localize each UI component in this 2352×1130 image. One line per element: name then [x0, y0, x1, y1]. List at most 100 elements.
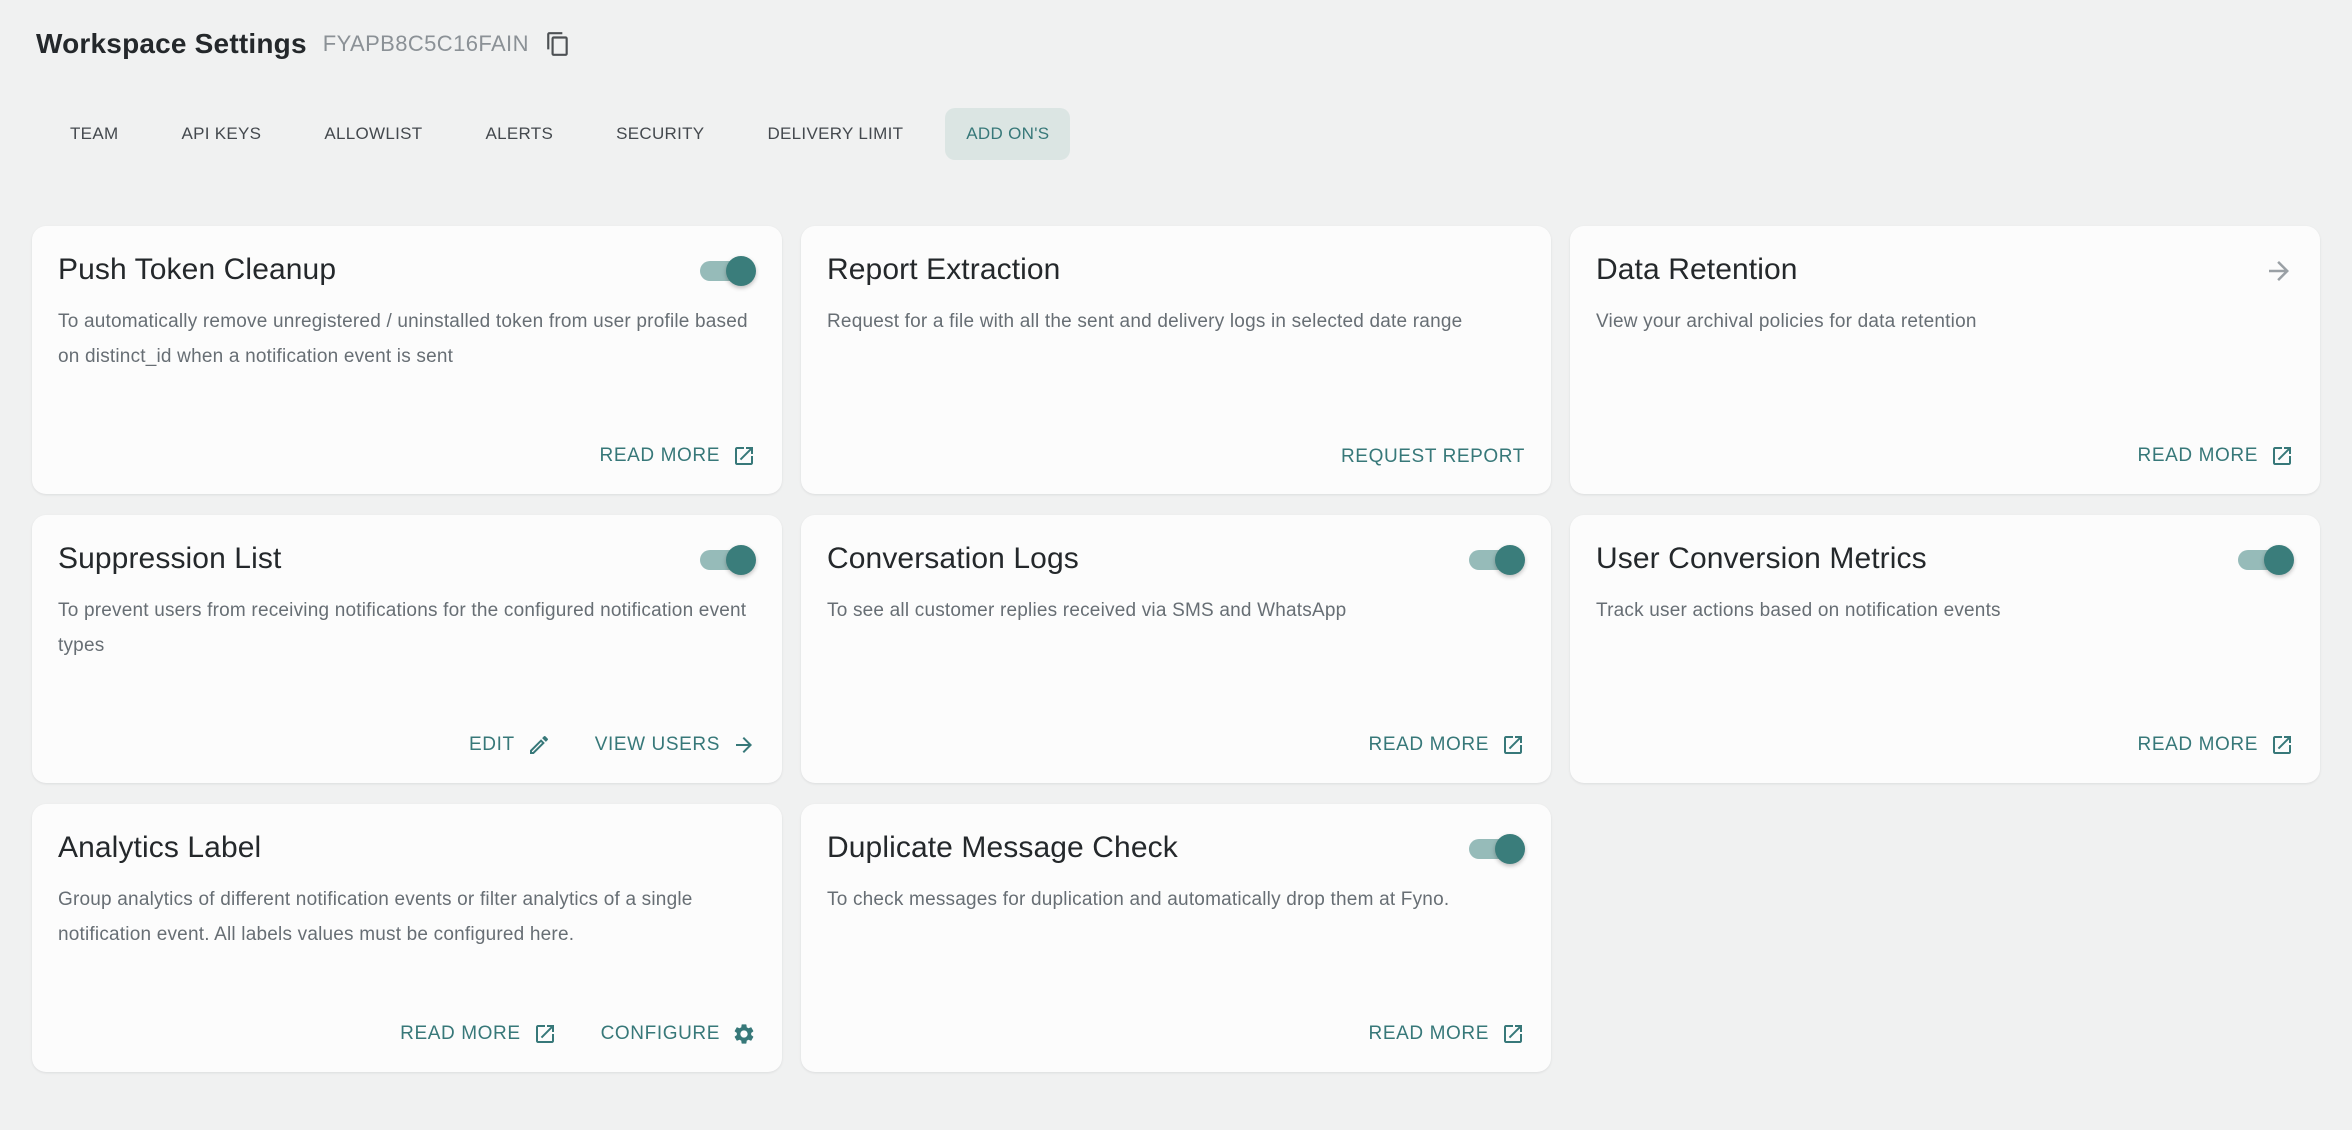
- external-link-icon: [1501, 733, 1525, 757]
- read-more-link[interactable]: READ MORE: [1369, 1022, 1525, 1046]
- card-title: User Conversion Metrics: [1596, 539, 1927, 579]
- card-header: Suppression List: [58, 539, 756, 579]
- card-title: Suppression List: [58, 539, 281, 579]
- card-push-token-cleanup: Push Token Cleanup To automatically remov…: [32, 226, 782, 494]
- external-link-icon: [1501, 1022, 1525, 1046]
- external-link-icon: [533, 1022, 557, 1046]
- tab-delivery-limit[interactable]: DELIVERY LIMIT: [746, 108, 924, 160]
- card-description: To check messages for duplication and au…: [827, 882, 1525, 917]
- toggle-thumb: [726, 256, 756, 286]
- tab-bar: TEAM API KEYS ALLOWLIST ALERTS SECURITY DELIV…: [36, 108, 2316, 160]
- card-data-retention: Data Retention View your archival policie…: [1570, 226, 2320, 494]
- data-retention-open-button[interactable]: [2264, 256, 2294, 286]
- tab-label: ALERTS: [485, 124, 553, 144]
- tab-api-keys[interactable]: API KEYS: [160, 108, 282, 160]
- action-label: READ MORE: [2138, 734, 2258, 756]
- read-more-link[interactable]: READ MORE: [2138, 444, 2294, 468]
- action-label: EDIT: [469, 734, 515, 756]
- read-more-link[interactable]: READ MORE: [1369, 733, 1525, 757]
- card-title: Push Token Cleanup: [58, 250, 336, 290]
- card-analytics-label: Analytics Label Group analytics of differ…: [32, 804, 782, 1072]
- suppression-list-toggle[interactable]: [700, 545, 756, 575]
- card-description: Request for a file with all the sent and…: [827, 304, 1525, 339]
- addons-grid: Push Token Cleanup To automatically remov…: [0, 226, 2352, 1072]
- tab-alerts[interactable]: ALERTS: [464, 108, 574, 160]
- card-footer: READ MORE: [827, 1022, 1525, 1046]
- tab-label: ALLOWLIST: [324, 124, 422, 144]
- card-title: Conversation Logs: [827, 539, 1079, 579]
- edit-link[interactable]: EDIT: [469, 733, 551, 757]
- external-link-icon: [2270, 444, 2294, 468]
- action-label: REQUEST REPORT: [1341, 446, 1525, 468]
- card-description: To see all customer replies received via…: [827, 593, 1525, 628]
- edit-icon: [527, 733, 551, 757]
- tab-label: SECURITY: [616, 124, 704, 144]
- toggle-thumb: [1495, 545, 1525, 575]
- card-header: Duplicate Message Check: [827, 828, 1525, 868]
- card-header: Report Extraction: [827, 250, 1525, 290]
- read-more-link[interactable]: READ MORE: [400, 1022, 556, 1046]
- card-footer: READ MORE: [827, 733, 1525, 757]
- external-link-icon: [2270, 733, 2294, 757]
- card-header: Push Token Cleanup: [58, 250, 756, 290]
- card-footer: EDIT VIEW USERS: [58, 733, 756, 757]
- action-label: READ MORE: [2138, 445, 2258, 467]
- toggle-thumb: [1495, 834, 1525, 864]
- tab-label: API KEYS: [181, 124, 261, 144]
- action-label: CONFIGURE: [601, 1023, 720, 1045]
- card-conversation-logs: Conversation Logs To see all customer rep…: [801, 515, 1551, 783]
- card-description: Group analytics of different notificatio…: [58, 882, 756, 952]
- action-label: VIEW USERS: [595, 734, 720, 756]
- conversation-logs-toggle[interactable]: [1469, 545, 1525, 575]
- push-token-cleanup-toggle[interactable]: [700, 256, 756, 286]
- card-description: To prevent users from receiving notifica…: [58, 593, 756, 663]
- workspace-id: FYAPB8C5C16FAIN: [323, 31, 529, 57]
- duplicate-message-check-toggle[interactable]: [1469, 834, 1525, 864]
- request-report-link[interactable]: REQUEST REPORT: [1341, 446, 1525, 468]
- tab-security[interactable]: SECURITY: [595, 108, 725, 160]
- card-footer: READ MORE: [1596, 444, 2294, 468]
- tab-label: DELIVERY LIMIT: [767, 124, 903, 144]
- card-description: View your archival policies for data ret…: [1596, 304, 2294, 339]
- workspace-settings-page: Workspace Settings FYAPB8C5C16FAIN TEAM A…: [0, 0, 2352, 1072]
- card-footer: READ MORE: [1596, 733, 2294, 757]
- action-label: READ MORE: [600, 445, 720, 467]
- card-title: Report Extraction: [827, 250, 1060, 290]
- tab-label: TEAM: [70, 124, 118, 144]
- title-row: Workspace Settings FYAPB8C5C16FAIN: [36, 26, 2316, 62]
- read-more-link[interactable]: READ MORE: [600, 444, 756, 468]
- configure-link[interactable]: CONFIGURE: [601, 1022, 756, 1046]
- card-header: Analytics Label: [58, 828, 756, 868]
- card-duplicate-message-check: Duplicate Message Check To check messages…: [801, 804, 1551, 1072]
- page-header: Workspace Settings FYAPB8C5C16FAIN TEAM A…: [0, 0, 2352, 160]
- tab-team[interactable]: TEAM: [49, 108, 139, 160]
- copy-workspace-id-button[interactable]: [543, 29, 573, 59]
- card-footer: READ MORE CONFIGURE: [58, 1022, 756, 1046]
- view-users-link[interactable]: VIEW USERS: [595, 733, 756, 757]
- card-header: User Conversion Metrics: [1596, 539, 2294, 579]
- arrow-right-icon: [2264, 256, 2294, 286]
- tab-allowlist[interactable]: ALLOWLIST: [303, 108, 443, 160]
- card-description: To automatically remove unregistered / u…: [58, 304, 756, 374]
- user-conversion-metrics-toggle[interactable]: [2238, 545, 2294, 575]
- page-title: Workspace Settings: [36, 26, 307, 62]
- card-header: Data Retention: [1596, 250, 2294, 290]
- card-title: Analytics Label: [58, 828, 261, 868]
- tab-label: ADD ON'S: [966, 124, 1049, 144]
- gear-icon: [732, 1022, 756, 1046]
- card-footer: READ MORE: [58, 444, 756, 468]
- card-title: Duplicate Message Check: [827, 828, 1178, 868]
- card-footer: REQUEST REPORT: [827, 446, 1525, 468]
- action-label: READ MORE: [1369, 1023, 1489, 1045]
- read-more-link[interactable]: READ MORE: [2138, 733, 2294, 757]
- card-description: Track user actions based on notification…: [1596, 593, 2294, 628]
- action-label: READ MORE: [1369, 734, 1489, 756]
- tab-add-on-s[interactable]: ADD ON'S: [945, 108, 1070, 160]
- card-suppression-list: Suppression List To prevent users from re…: [32, 515, 782, 783]
- card-report-extraction: Report Extraction Request for a file with…: [801, 226, 1551, 494]
- card-user-conversion-metrics: User Conversion Metrics Track user action…: [1570, 515, 2320, 783]
- content-copy-icon: [545, 31, 571, 57]
- toggle-thumb: [726, 545, 756, 575]
- card-header: Conversation Logs: [827, 539, 1525, 579]
- toggle-thumb: [2264, 545, 2294, 575]
